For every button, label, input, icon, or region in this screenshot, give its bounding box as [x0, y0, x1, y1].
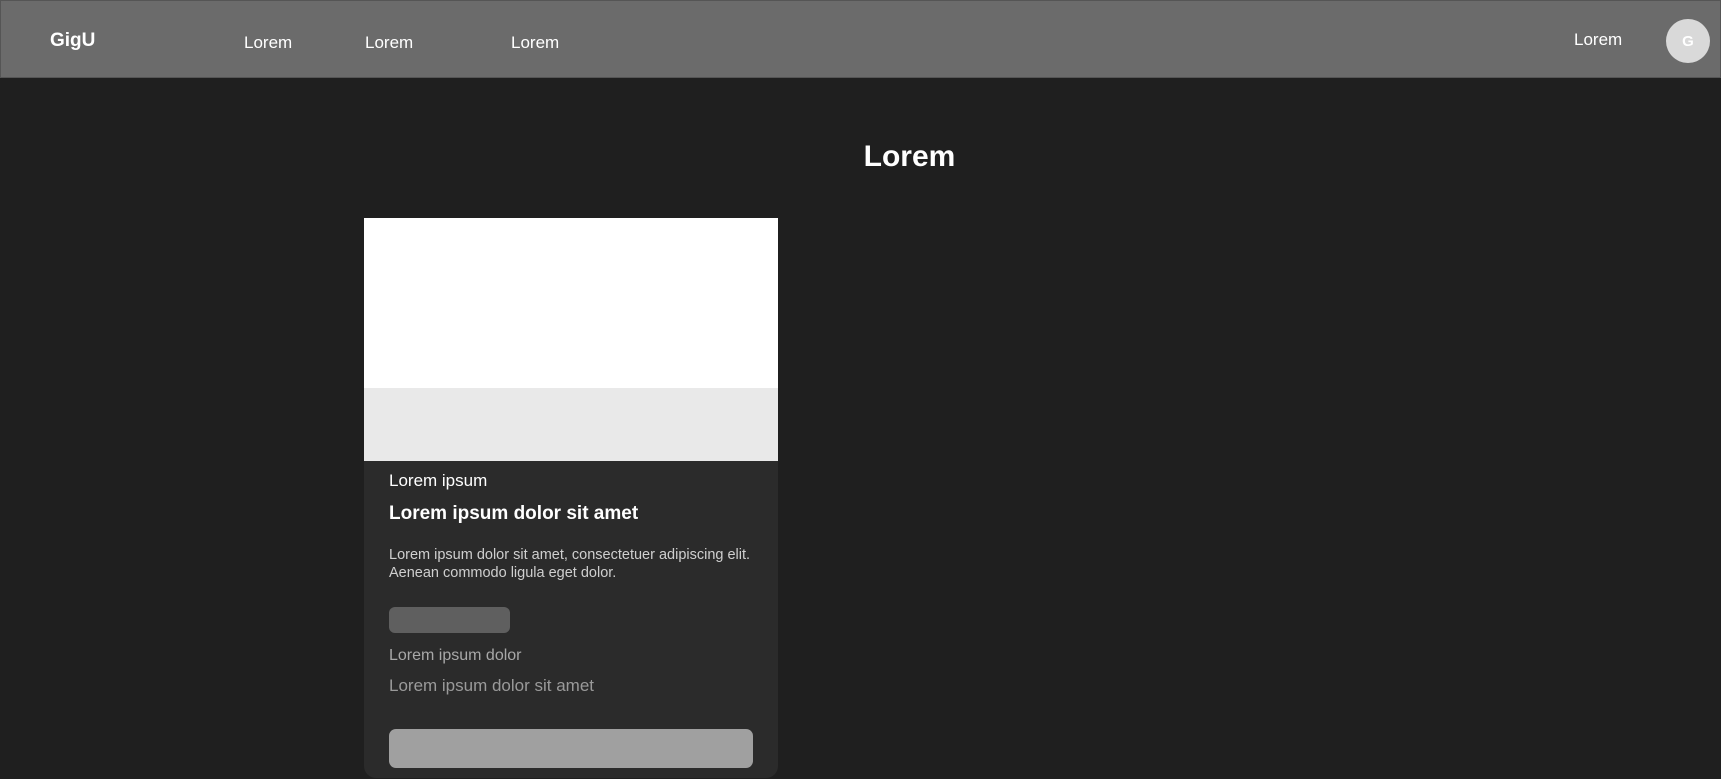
card-meta-line-1: Lorem ipsum dolor — [389, 647, 522, 664]
card-title: Lorem ipsum dolor sit amet — [389, 503, 639, 524]
card-tag-chip — [389, 607, 510, 633]
user-avatar[interactable]: G — [1666, 19, 1710, 63]
card-action-button[interactable] — [389, 729, 753, 768]
card-meta-line-2: Lorem ipsum dolor sit amet — [389, 676, 595, 695]
card-image-placeholder — [364, 218, 778, 388]
avatar-initial: G — [1682, 32, 1694, 50]
nav-link-1[interactable]: Lorem — [244, 33, 292, 53]
top-navbar: GigU Lorem Lorem Lorem Lorem G — [0, 0, 1721, 78]
card-description: Lorem ipsum dolor sit amet, consectetuer… — [389, 547, 751, 581]
card-eyebrow: Lorem ipsum — [389, 471, 488, 490]
nav-right-link[interactable]: Lorem — [1574, 30, 1622, 50]
brand-logo[interactable]: GigU — [50, 30, 95, 52]
nav-link-3[interactable]: Lorem — [511, 33, 559, 53]
nav-link-2[interactable]: Lorem — [365, 33, 413, 53]
card-image-band — [364, 388, 778, 461]
page-title: Lorem — [863, 140, 956, 173]
content-card: Lorem ipsum Lorem ipsum dolor sit amet L… — [364, 218, 778, 778]
